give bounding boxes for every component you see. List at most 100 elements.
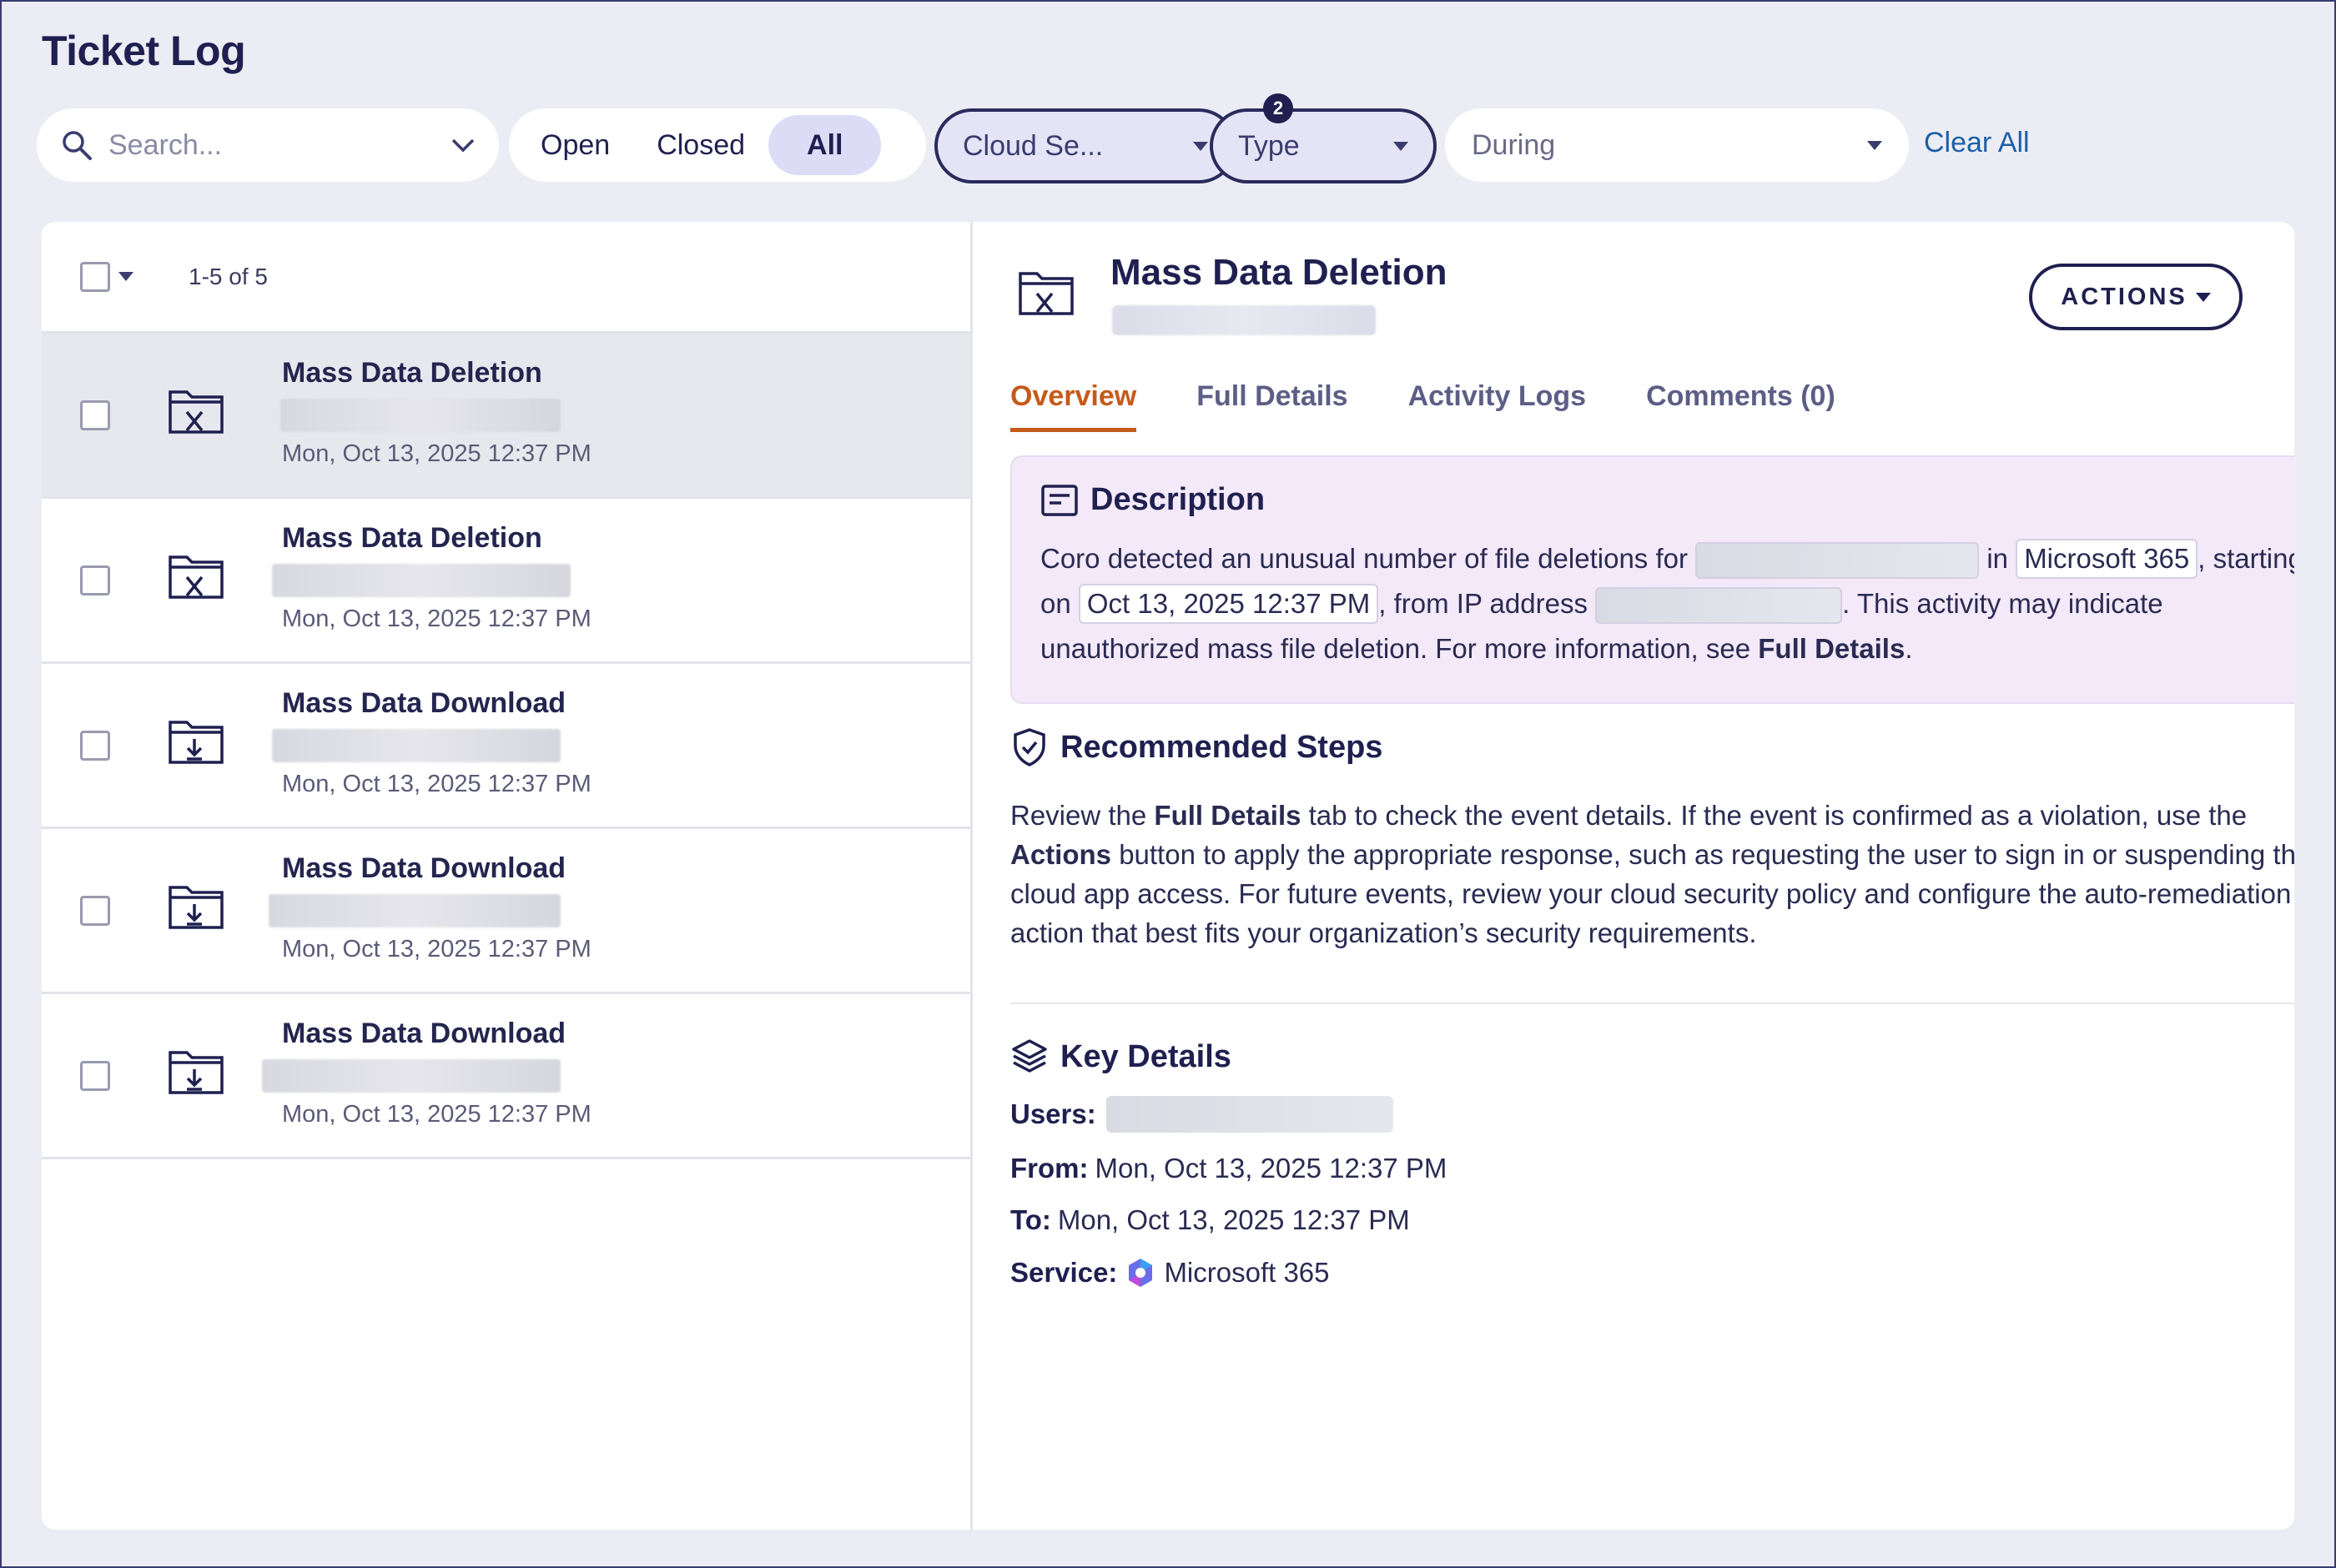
folder-download-icon: [169, 1051, 224, 1094]
tab-overview[interactable]: Overview: [1010, 380, 1137, 432]
list-header: 1-5 of 5: [42, 222, 970, 334]
tab-comments[interactable]: Comments (0): [1646, 380, 1835, 432]
redacted-text: [272, 564, 571, 597]
tab-activity-logs[interactable]: Activity Logs: [1408, 380, 1586, 432]
recommended-bold: Full Details: [1154, 800, 1301, 831]
description-part: .: [1905, 633, 1913, 664]
ticket-date: Mon, Oct 13, 2025 12:37 PM: [282, 440, 592, 467]
users-label: Users:: [1010, 1098, 1096, 1129]
folder-x-icon: [1019, 272, 1074, 315]
tab-full-details[interactable]: Full Details: [1196, 380, 1347, 432]
ticket-date: Mon, Oct 13, 2025 12:37 PM: [282, 936, 592, 962]
ticket-card: 1-5 of 5 Mass Data Deletion Mon, Oct 13,…: [42, 222, 2294, 1530]
ticket-detail: Mass Data Deletion ACTIONS Overview Full…: [975, 222, 2294, 1530]
ticket-row[interactable]: Mass Data Deletion Mon, Oct 13, 2025 12:…: [42, 334, 970, 499]
caret-down-icon: [1193, 141, 1208, 151]
description-panel: Description Coro detected an unusual num…: [1010, 455, 2294, 704]
folder-x-icon: [169, 390, 224, 434]
ticket-row[interactable]: Mass Data Download Mon, Oct 13, 2025 12:…: [42, 829, 970, 994]
folder-download-icon: [169, 721, 224, 764]
ticket-date: Mon, Oct 13, 2025 12:37 PM: [282, 771, 592, 797]
key-details-heading: Key Details: [1010, 1038, 1447, 1076]
search-input[interactable]: Search...: [37, 108, 499, 182]
redacted-text: [262, 1059, 561, 1093]
select-menu-caret-icon[interactable]: [118, 272, 133, 281]
ticket-name: Mass Data Deletion: [282, 522, 542, 554]
redacted-user: [1695, 542, 1980, 580]
select-all-checkbox[interactable]: [80, 261, 110, 292]
recommended-title: Recommended Steps: [1060, 729, 1383, 765]
ticket-row[interactable]: Mass Data Download Mon, Oct 13, 2025 12:…: [42, 664, 970, 829]
ticket-name: Mass Data Download: [282, 852, 566, 884]
row-checkbox[interactable]: [80, 565, 110, 596]
redacted-text: [1112, 305, 1376, 335]
redacted-text: [269, 894, 561, 927]
status-open-button[interactable]: Open: [517, 115, 633, 175]
row-checkbox[interactable]: [80, 896, 110, 926]
layers-icon: [1012, 1039, 1047, 1073]
ticket-name: Mass Data Download: [282, 687, 566, 719]
list-count: 1-5 of 5: [189, 263, 268, 289]
ticket-name: Mass Data Download: [282, 1018, 566, 1049]
recommended-part: Review the: [1010, 800, 1147, 831]
microsoft-365-icon: [1129, 1259, 1153, 1287]
to-value: Mon, Oct 13, 2025 12:37 PM: [1057, 1204, 1410, 1235]
recommended-part: tab to check the event details. If the e…: [1308, 800, 2248, 831]
during-filter[interactable]: During: [1445, 108, 1909, 182]
chevron-down-icon[interactable]: [451, 137, 476, 153]
type-filter-label: Type: [1238, 129, 1300, 162]
full-details-link[interactable]: Full Details: [1758, 633, 1905, 664]
status-all-button[interactable]: All: [768, 115, 882, 175]
recommended-steps: Recommended Steps Review the Full Detail…: [1010, 727, 2294, 952]
from-value: Mon, Oct 13, 2025 12:37 PM: [1095, 1153, 1447, 1184]
to-label: To:: [1010, 1204, 1051, 1235]
caret-down-icon: [1867, 140, 1882, 150]
cloud-service-filter-label: Cloud Se...: [963, 129, 1104, 162]
description-part: Coro detected an unusual number of file …: [1040, 543, 1688, 574]
shield-check-icon: [1014, 728, 1045, 766]
recommended-heading: Recommended Steps: [1010, 727, 2294, 767]
redacted-user: [1105, 1096, 1393, 1133]
description-title: Description: [1090, 482, 1266, 517]
row-checkbox[interactable]: [80, 731, 110, 761]
redacted-text: [280, 399, 561, 432]
caret-down-icon: [1393, 141, 1408, 151]
document-icon: [1041, 484, 1078, 516]
caret-down-icon: [2195, 292, 2211, 302]
filter-bar: Search... Open Closed All Cloud Se... 2 …: [37, 93, 2122, 183]
date-tag: Oct 13, 2025 12:37 PM: [1078, 584, 1379, 624]
cloud-service-filter[interactable]: Cloud Se...: [934, 108, 1236, 183]
detail-tabs: Overview Full Details Activity Logs Comm…: [1010, 380, 1835, 432]
filter-count-badge: 2: [1263, 93, 1293, 123]
page-title: Ticket Log: [42, 28, 246, 74]
description-part: in: [1986, 543, 2009, 574]
detail-title: Mass Data Deletion: [1110, 252, 1447, 293]
clear-all-link[interactable]: Clear All: [1924, 127, 2030, 159]
key-details-title: Key Details: [1060, 1038, 1231, 1074]
ticket-row[interactable]: Mass Data Deletion Mon, Oct 13, 2025 12:…: [42, 499, 970, 664]
during-filter-label: During: [1472, 128, 1556, 161]
folder-x-icon: [169, 555, 224, 599]
service-tag: Microsoft 365: [2016, 539, 2198, 579]
ticket-date: Mon, Oct 13, 2025 12:37 PM: [282, 1101, 592, 1128]
service-row: Service: Microsoft 365: [1010, 1256, 1447, 1289]
users-row: Users:: [1010, 1096, 1447, 1133]
row-checkbox[interactable]: [80, 400, 110, 430]
row-checkbox[interactable]: [80, 1061, 110, 1091]
ticket-list: 1-5 of 5 Mass Data Deletion Mon, Oct 13,…: [42, 222, 973, 1530]
ticket-name: Mass Data Deletion: [282, 357, 542, 389]
section-divider: [1010, 1003, 2294, 1004]
search-icon: [63, 131, 92, 160]
service-value: Microsoft 365: [1164, 1257, 1330, 1288]
redacted-ip: [1595, 587, 1843, 625]
from-label: From:: [1010, 1153, 1089, 1184]
type-filter[interactable]: 2 Type: [1210, 93, 1437, 183]
key-details: Key Details Users: From: Mon, Oct 13, 20…: [1010, 1038, 1447, 1289]
status-closed-button[interactable]: Closed: [633, 115, 768, 175]
ticket-row[interactable]: Mass Data Download Mon, Oct 13, 2025 12:…: [42, 994, 970, 1159]
recommended-part: button to apply the appropriate response…: [1010, 839, 2294, 948]
recommended-text: Review the Full Details tab to check the…: [1010, 796, 2294, 952]
ticket-date: Mon, Oct 13, 2025 12:37 PM: [282, 606, 592, 632]
from-row: From: Mon, Oct 13, 2025 12:37 PM: [1010, 1153, 1447, 1184]
actions-button[interactable]: ACTIONS: [2029, 264, 2243, 330]
